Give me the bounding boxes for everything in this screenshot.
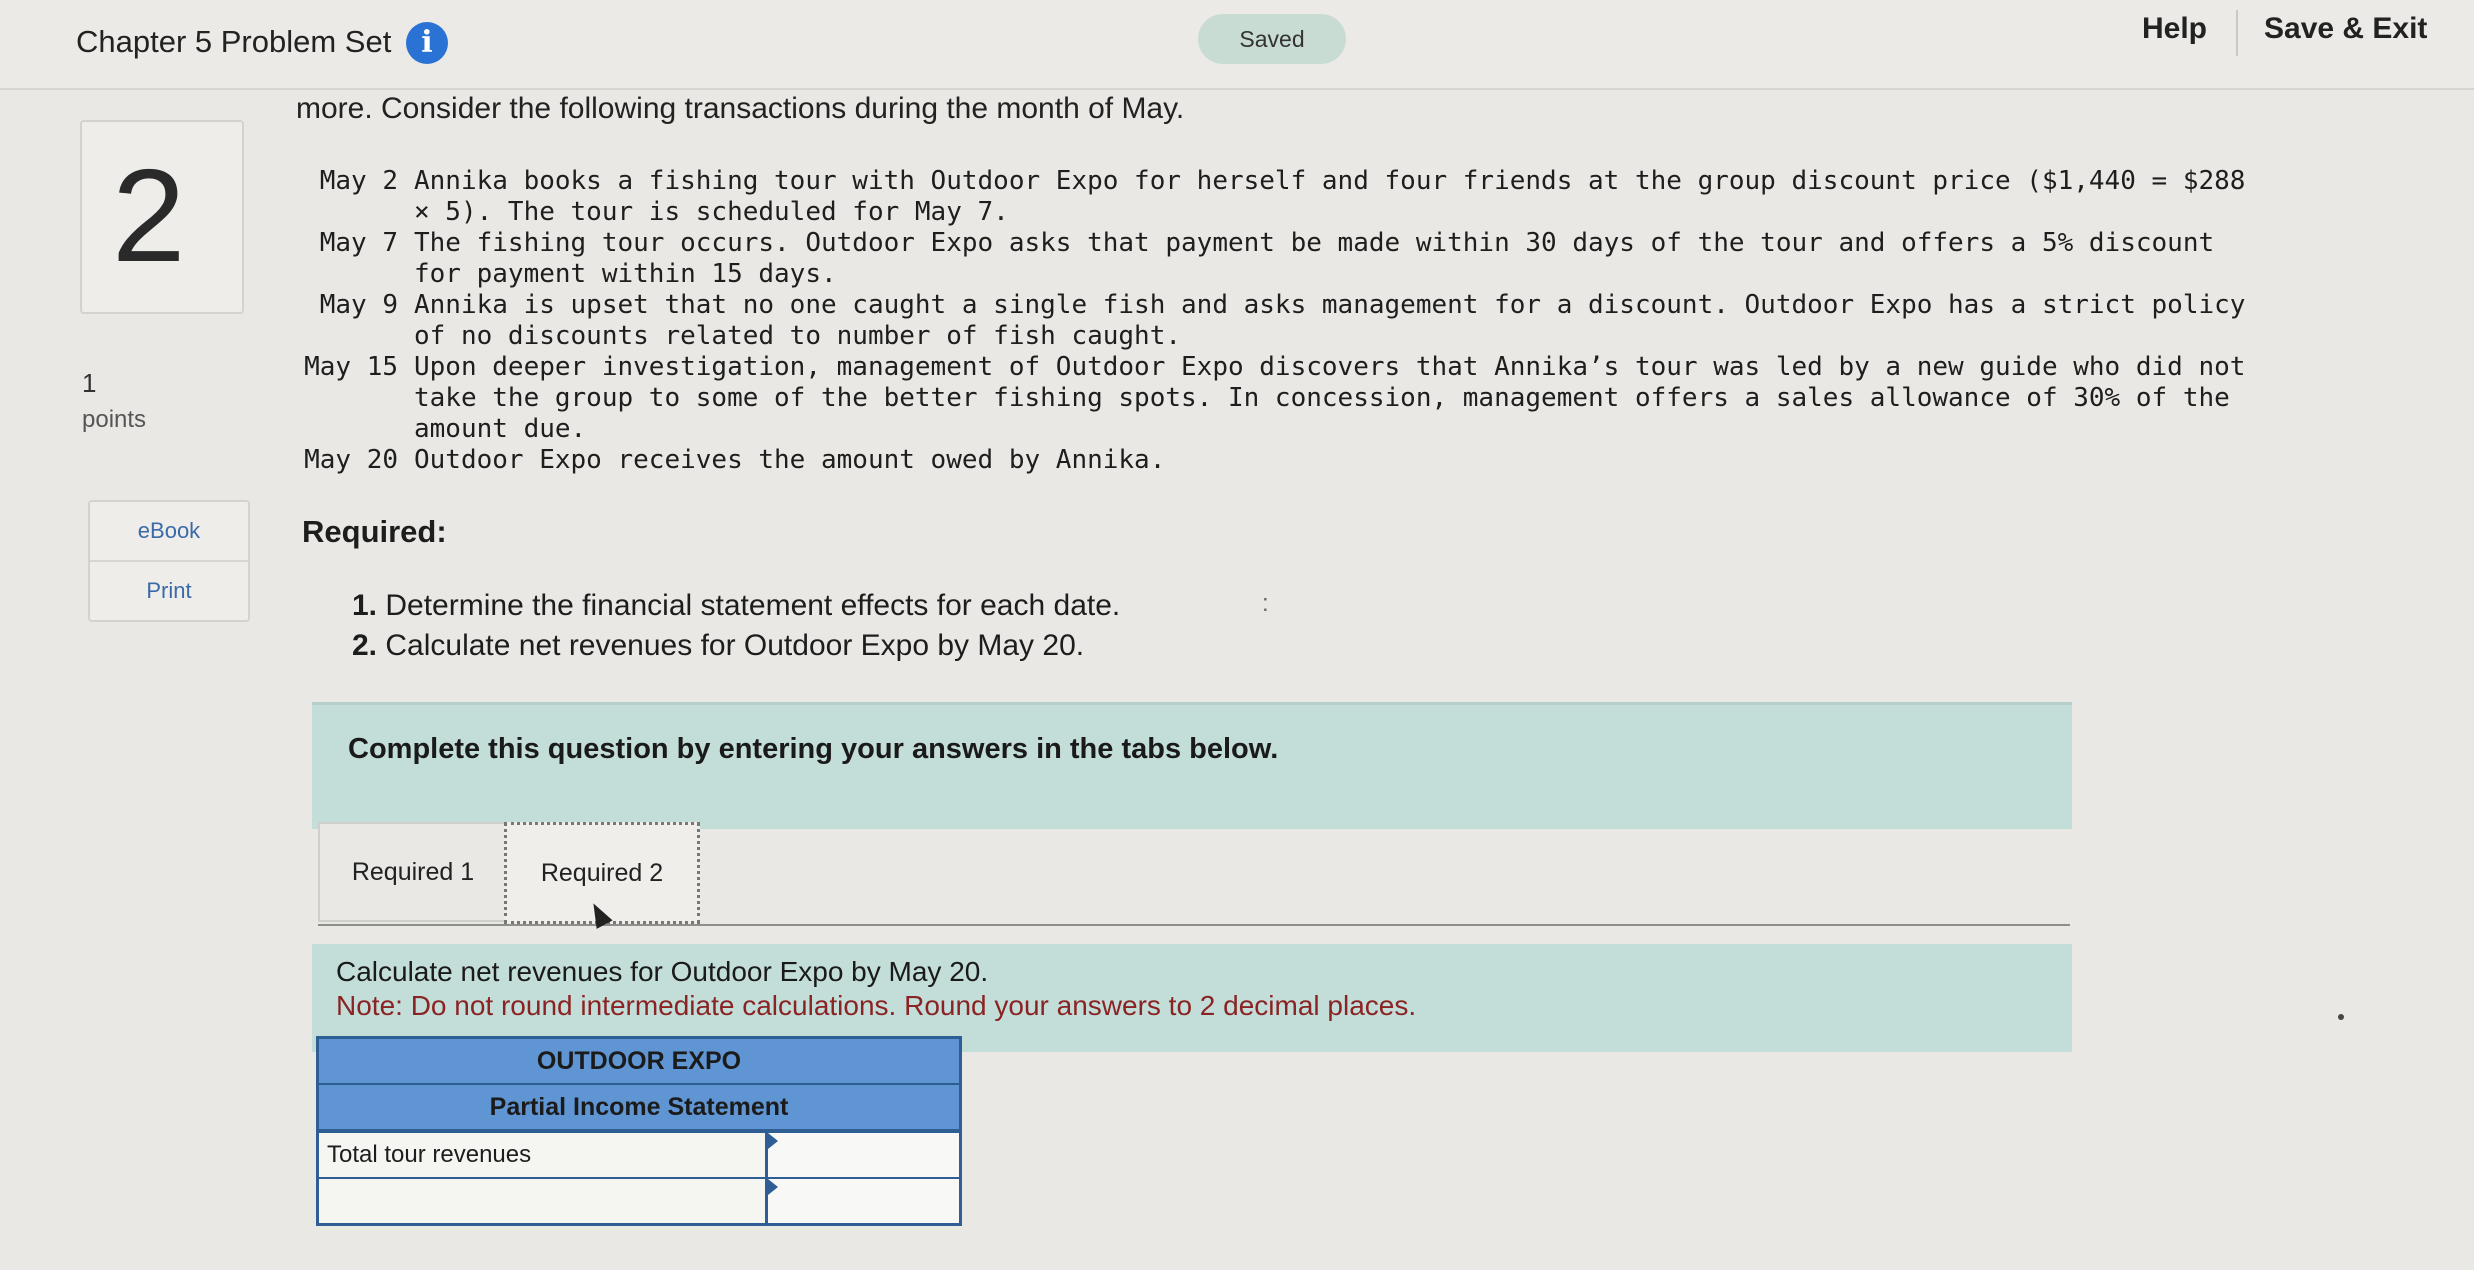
print-button[interactable]: Print: [90, 560, 248, 620]
instructions-banner: Complete this question by entering your …: [312, 702, 2072, 829]
instructions-text: Complete this question by entering your …: [348, 733, 1279, 765]
requirement-number: 1.: [352, 589, 378, 622]
company-name-header: OUTDOOR EXPO: [319, 1039, 959, 1085]
requirement-item: 2. Calculate net revenues for Outdoor Ex…: [352, 626, 1120, 666]
table-row: Total tour revenues: [319, 1131, 959, 1177]
requirement-text: Determine the financial statement effect…: [385, 589, 1121, 622]
transaction-date: May 15: [304, 352, 398, 382]
transaction-date: May 9: [319, 290, 398, 320]
transaction-text: The fishing tour occurs. Outdoor Expo as…: [414, 228, 2230, 289]
question-number: 2: [112, 142, 186, 289]
header-divider: [2236, 10, 2238, 56]
saved-status-badge: Saved: [1198, 14, 1346, 64]
requirement-text: Calculate net revenues for Outdoor Expo …: [385, 629, 1085, 662]
help-link[interactable]: Help: [2142, 12, 2207, 46]
table-row: [319, 1177, 959, 1223]
amount-input[interactable]: [768, 1133, 959, 1177]
points-label: points: [82, 406, 147, 433]
top-bar: Chapter 5 Problem Set i Saved Help Save …: [0, 0, 2474, 90]
transaction-list: May 2 Annika books a fishing tour with O…: [290, 166, 2270, 476]
rounding-note: Note: Do not round intermediate calculat…: [336, 990, 1417, 1021]
transaction-text: Annika is upset that no one caught a sin…: [414, 290, 2262, 351]
transaction-row: May 9 Annika is upset that no one caught…: [290, 290, 2270, 352]
ebook-button[interactable]: eBook: [90, 502, 248, 560]
transaction-text: Upon deeper investigation, management of…: [414, 352, 2262, 444]
problem-intro: more. Consider the following transaction…: [296, 92, 1185, 125]
tab-prompt: Calculate net revenues for Outdoor Expo …: [336, 956, 989, 987]
transaction-date: May 7: [319, 228, 398, 258]
transaction-date: May 20: [304, 445, 398, 475]
assignment-title: Chapter 5 Problem Set: [76, 24, 392, 59]
points-value: 1: [82, 368, 97, 398]
transaction-text: Outdoor Expo receives the amount owed by…: [414, 445, 1166, 475]
required-heading: Required:: [302, 514, 447, 549]
transaction-row: May 15 Upon deeper investigation, manage…: [290, 352, 2270, 445]
transaction-date: May 2: [319, 166, 398, 196]
statement-title-header: Partial Income Statement: [319, 1085, 959, 1131]
income-statement-table: OUTDOOR EXPO Partial Income Statement To…: [316, 1036, 962, 1226]
transaction-text: Annika books a fishing tour with Outdoor…: [414, 166, 2262, 227]
save-exit-link[interactable]: Save & Exit: [2264, 12, 2427, 46]
info-icon[interactable]: i: [406, 22, 448, 64]
requirements-list: 1. Determine the financial statement eff…: [352, 586, 1120, 666]
transaction-row: May 7 The fishing tour occurs. Outdoor E…: [290, 228, 2270, 290]
tab-divider: [318, 924, 2070, 926]
tab-required-1[interactable]: Required 1: [318, 822, 508, 922]
decorative-dot: [2338, 1014, 2344, 1020]
stray-mark: :: [1262, 590, 1269, 617]
amount-cell: [768, 1179, 959, 1223]
transaction-row: May 2 Annika books a fishing tour with O…: [290, 166, 2270, 228]
row-label: Total tour revenues: [319, 1133, 768, 1177]
amount-input[interactable]: [768, 1179, 959, 1223]
row-label-input[interactable]: [327, 1179, 765, 1223]
requirement-number: 2.: [352, 629, 378, 662]
requirement-item: 1. Determine the financial statement eff…: [352, 586, 1120, 626]
row-label-cell: [319, 1179, 768, 1223]
resource-buttons: eBook Print: [88, 500, 250, 622]
amount-cell: [768, 1133, 959, 1177]
transaction-row: May 20 Outdoor Expo receives the amount …: [290, 445, 2270, 476]
